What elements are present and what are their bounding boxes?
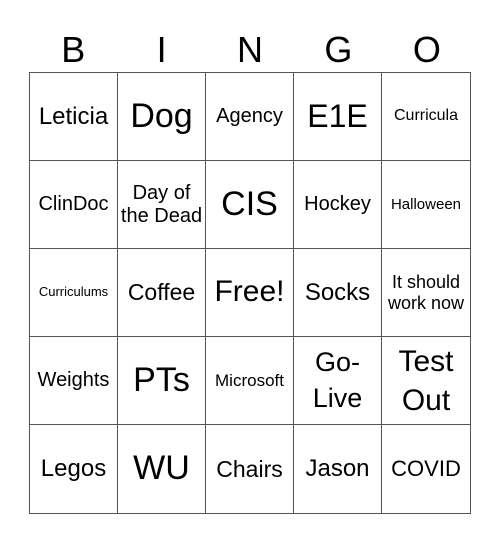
bingo-cell[interactable]: Socks <box>294 249 382 337</box>
bingo-cell[interactable]: Coffee <box>118 249 206 337</box>
header-letter-g: G <box>324 29 353 70</box>
bingo-cell[interactable]: Halloween <box>382 161 470 249</box>
header-letter-n: N <box>237 29 264 70</box>
bingo-cell[interactable]: Chairs <box>206 425 294 513</box>
bingo-cell[interactable]: Legos <box>30 425 118 513</box>
bingo-cell[interactable]: ClinDoc <box>30 161 118 249</box>
bingo-cell[interactable]: Weights <box>30 337 118 425</box>
bingo-header: B I N G O <box>29 28 471 72</box>
bingo-cell[interactable]: Hockey <box>294 161 382 249</box>
header-letter-b: B <box>61 29 86 70</box>
bingo-cell[interactable]: Jason <box>294 425 382 513</box>
bingo-cell[interactable]: Free! <box>206 249 294 337</box>
bingo-cell[interactable]: Dog <box>118 73 206 161</box>
bingo-cell[interactable]: COVID <box>382 425 470 513</box>
bingo-cell[interactable]: CIS <box>206 161 294 249</box>
bingo-cell[interactable]: WU <box>118 425 206 513</box>
bingo-cell[interactable]: Microsoft <box>206 337 294 425</box>
bingo-cell[interactable]: It should work now <box>382 249 470 337</box>
bingo-cell[interactable]: PTs <box>118 337 206 425</box>
header-letter-i: I <box>156 29 167 70</box>
bingo-cell[interactable]: Curricula <box>382 73 470 161</box>
bingo-grid: Leticia Dog Agency E1E Curricula ClinDoc Day o… <box>29 72 471 514</box>
bingo-cell[interactable]: Day of the Dead <box>118 161 206 249</box>
bingo-cell[interactable]: Agency <box>206 73 294 161</box>
bingo-cell[interactable]: Curriculums <box>30 249 118 337</box>
bingo-cell[interactable]: Leticia <box>30 73 118 161</box>
bingo-cell[interactable]: E1E <box>294 73 382 161</box>
bingo-cell[interactable]: Go-Live <box>294 337 382 425</box>
bingo-cell[interactable]: Test Out <box>382 337 470 425</box>
header-letter-o: O <box>412 29 441 70</box>
